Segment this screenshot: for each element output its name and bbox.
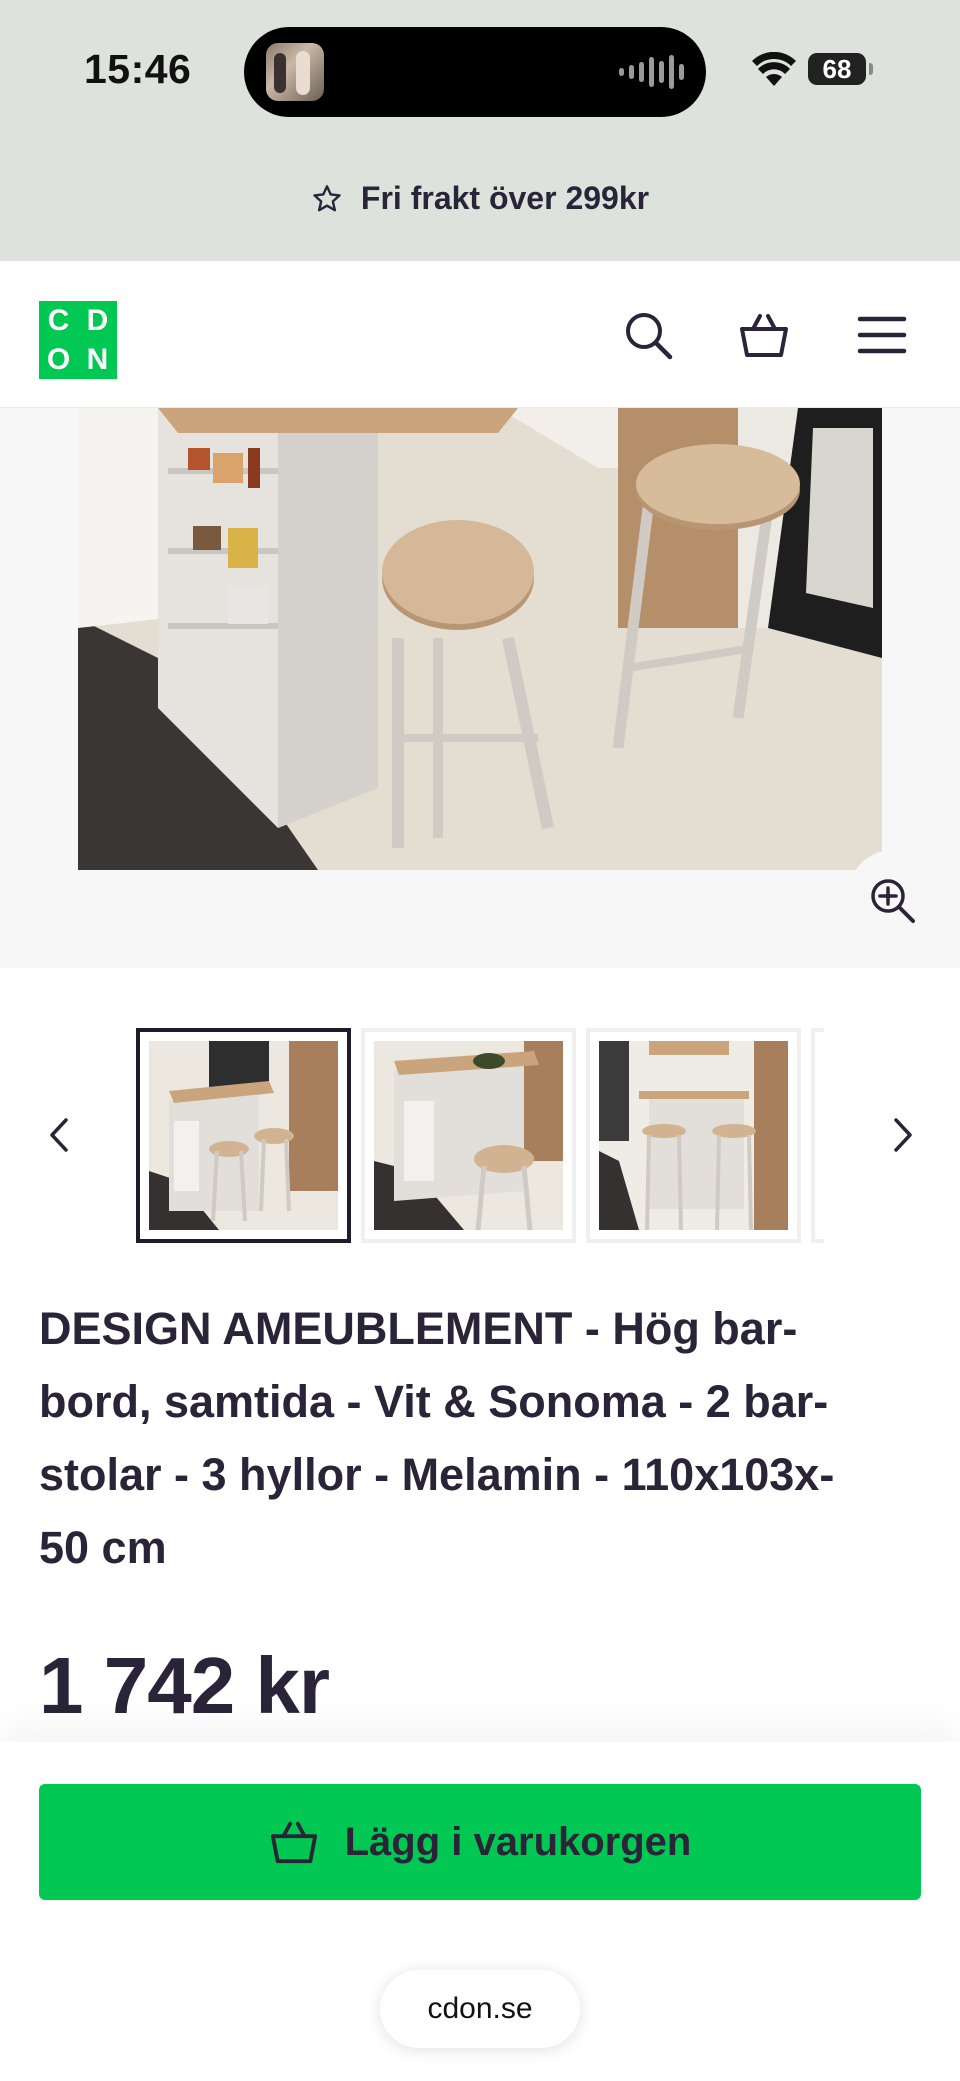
search-icon[interactable]: [622, 309, 674, 361]
zoom-in-icon: [871, 879, 915, 923]
battery-indicator: 68: [808, 53, 873, 85]
wifi-icon: [752, 52, 796, 86]
logo-letter: N: [86, 342, 109, 376]
zoom-button[interactable]: [848, 850, 938, 940]
product-price: 1 742 kr: [39, 1641, 330, 1730]
product-title-line: stolar - 3 hyllor - Melamin - 110x103x-: [39, 1449, 835, 1500]
product-title-line: bord, samtida - Vit & Sonoma - 2 bar-: [39, 1376, 829, 1427]
thumbnail-2[interactable]: [361, 1028, 576, 1243]
star-icon: [313, 184, 341, 211]
dynamic-island[interactable]: [244, 27, 706, 117]
logo-letter: O: [46, 342, 71, 376]
logo-letter: C: [47, 303, 70, 337]
product-title-line: DESIGN AMEUBLEMENT - Hög bar-: [39, 1303, 798, 1354]
add-to-cart-button[interactable]: Lägg i varukorgen: [39, 1784, 921, 1900]
now-playing-artwork: [266, 43, 324, 101]
thumbnail-4[interactable]: [811, 1028, 824, 1243]
thumbnail-3[interactable]: [586, 1028, 801, 1243]
menu-icon[interactable]: [856, 309, 908, 361]
browser-url: cdon.se: [427, 1992, 533, 2025]
thumbnail-strip: [136, 1028, 824, 1243]
browser-url-bar[interactable]: cdon.se: [380, 1970, 580, 2048]
promo-text: Fri frakt över 299kr: [360, 180, 650, 216]
promo-banner[interactable]: Fri frakt över 299kr: [0, 180, 960, 217]
chevron-left-icon[interactable]: [40, 1110, 80, 1160]
chevron-right-icon[interactable]: [882, 1110, 922, 1160]
product-title-line: 50 cm: [39, 1522, 167, 1573]
basket-icon[interactable]: [738, 309, 790, 361]
audio-wave-icon: [619, 55, 684, 89]
cdon-logo[interactable]: C D O N: [39, 301, 117, 379]
thumbnail-1[interactable]: [136, 1028, 351, 1243]
site-header: C D O N: [0, 261, 960, 408]
product-title: DESIGN AMEUBLEMENT - Hög bar- bord, samt…: [39, 1292, 919, 1584]
product-main-image[interactable]: [78, 408, 882, 870]
basket-icon: [270, 1821, 317, 1864]
status-bar-area: 15:46 68 Fri frakt över 299kr: [0, 0, 960, 261]
status-time: 15:46: [84, 46, 192, 92]
logo-letter: D: [86, 303, 109, 337]
add-to-cart-label: Lägg i varukorgen: [344, 1819, 692, 1864]
